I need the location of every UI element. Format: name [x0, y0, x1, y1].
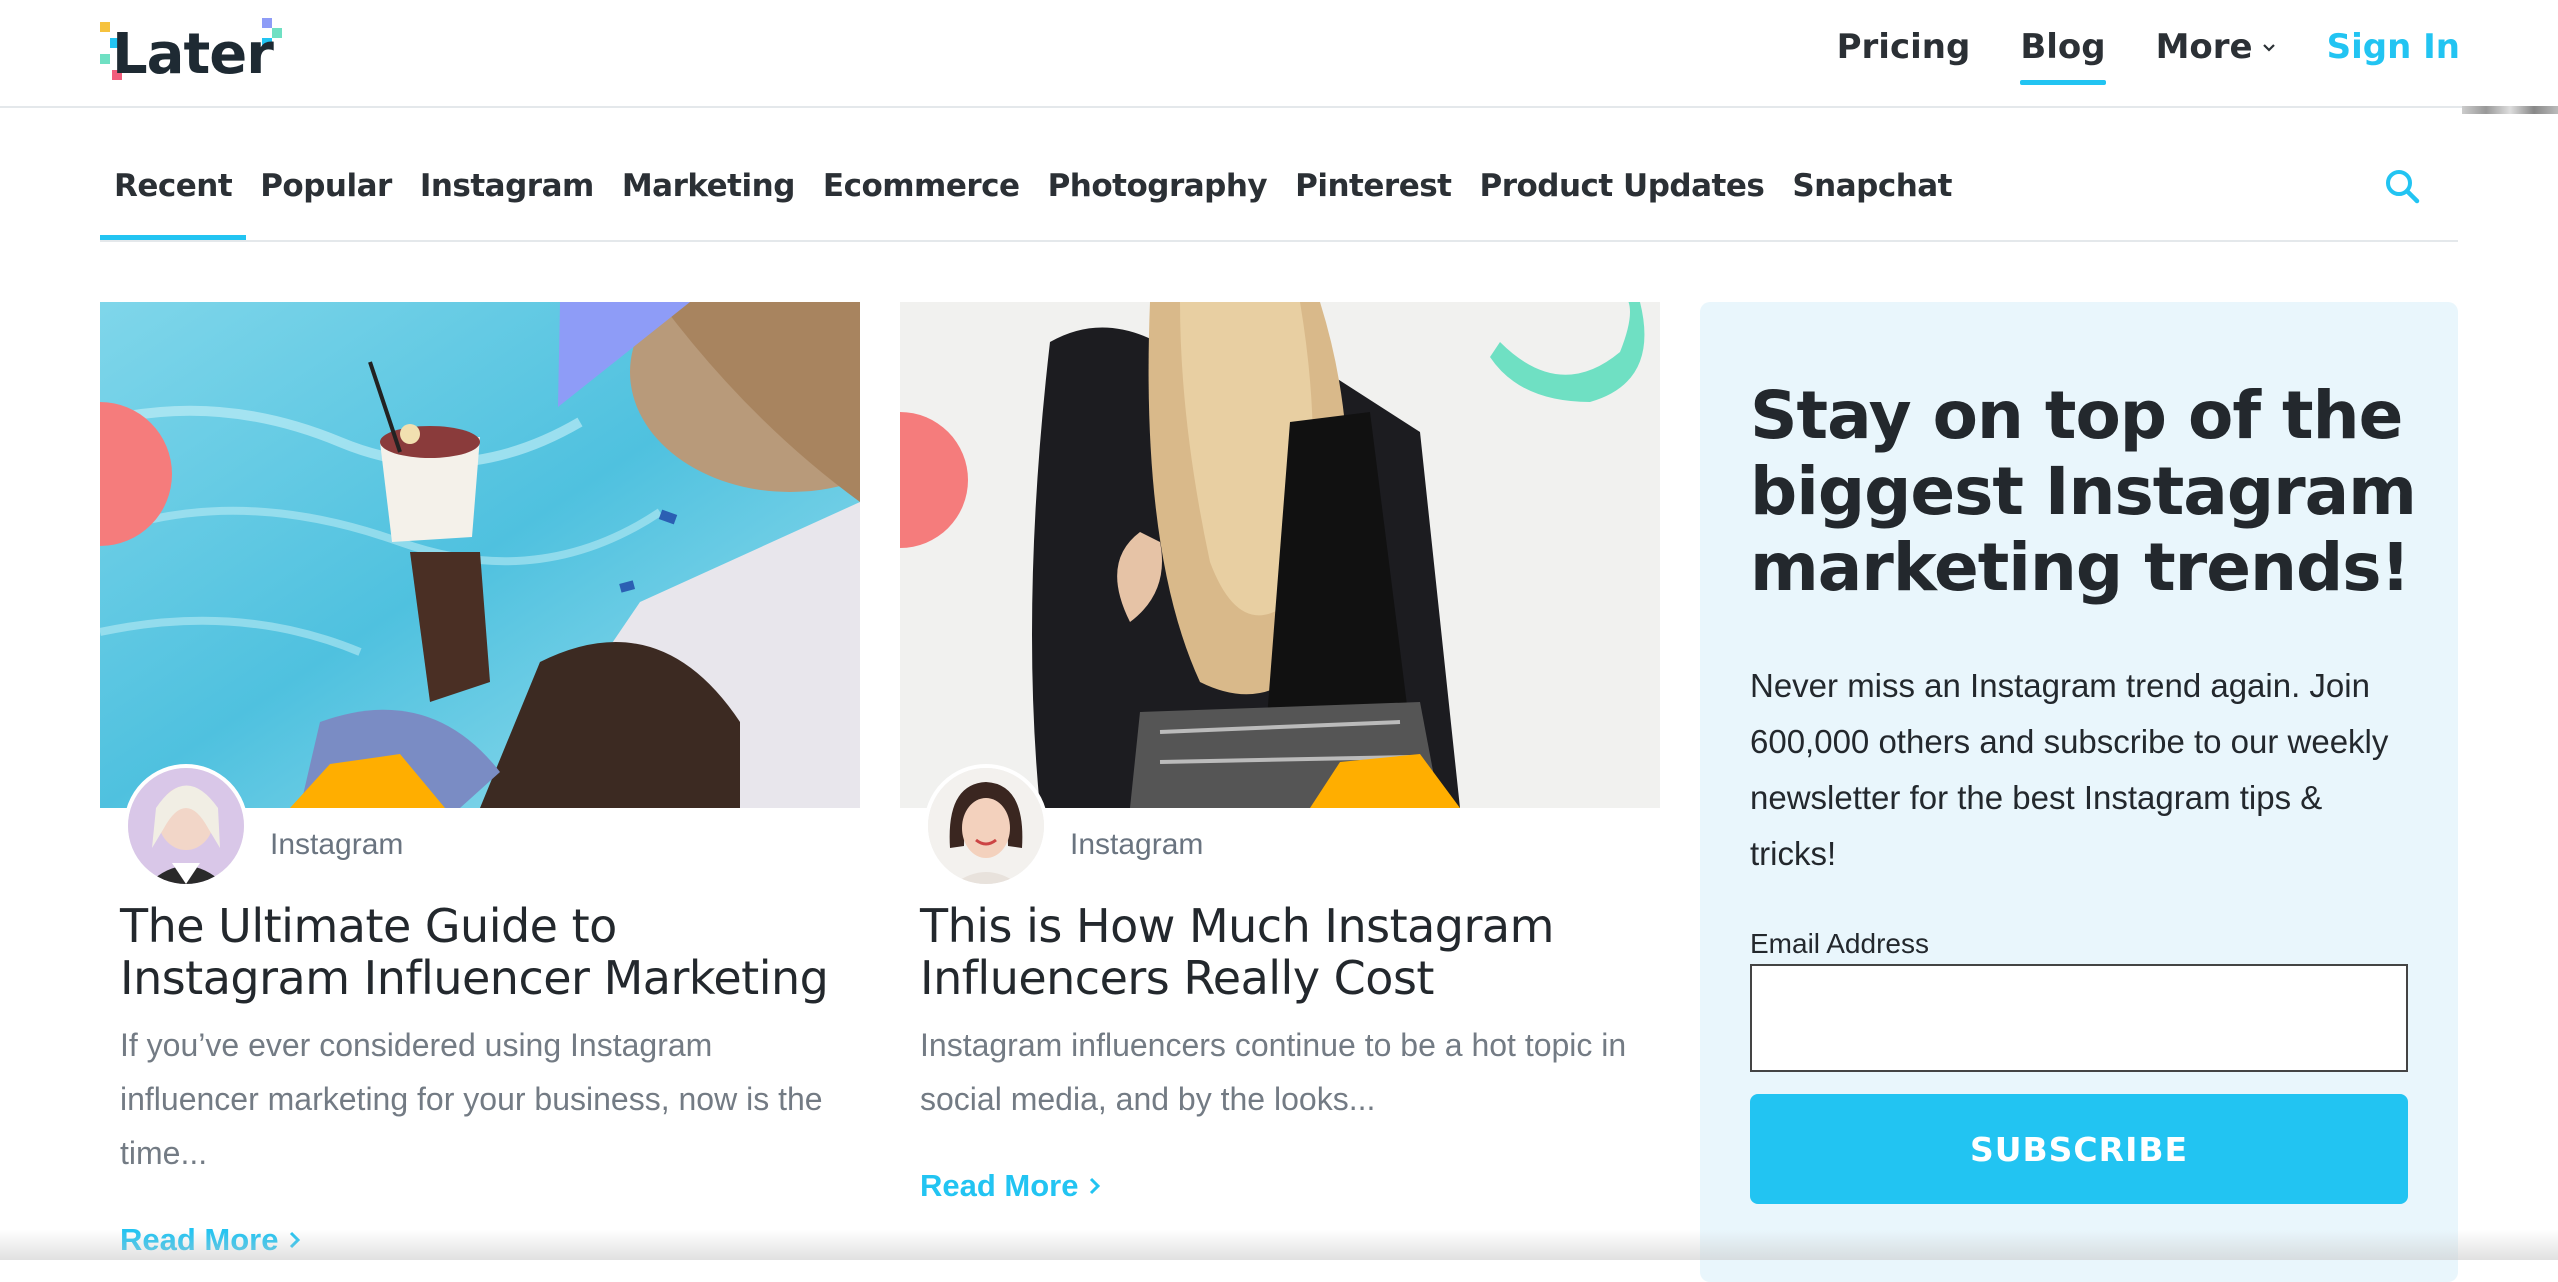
- newsletter-panel: Stay on top of the biggest Instagram mar…: [1700, 302, 2458, 1282]
- logo-wordmark: Later: [112, 22, 274, 87]
- post-excerpt: If you’ve ever considered using Instagra…: [120, 1027, 823, 1171]
- post-image-blonde[interactable]: [900, 302, 1660, 808]
- tab-popular[interactable]: Popular: [246, 152, 406, 222]
- logo-pixel: [100, 54, 110, 64]
- email-label: Email Address: [1750, 928, 1929, 959]
- tab-recent[interactable]: Recent: [100, 152, 247, 240]
- top-navigation: Pricing Blog More Sign In: [1837, 0, 2460, 94]
- logo-pixel: [272, 28, 282, 38]
- post-category[interactable]: Instagram: [1070, 828, 1203, 862]
- nav-pricing[interactable]: Pricing: [1837, 27, 1971, 67]
- category-navigation: Recent Popular Instagram Marketing Ecomm…: [100, 152, 2458, 242]
- post-title[interactable]: This is How Much Instagram Influencers R…: [920, 900, 1650, 1004]
- nav-label: Pricing: [1836, 27, 1971, 67]
- logo-pixel: [100, 22, 110, 32]
- read-more-label: Read More: [920, 1168, 1079, 1203]
- post-card[interactable]: Instagram This is How Much Instagram Inf…: [900, 302, 1660, 1203]
- nav-label: Sign In: [2326, 27, 2460, 67]
- nav-blog[interactable]: Blog: [2020, 27, 2106, 85]
- later-logo[interactable]: Later: [98, 16, 288, 87]
- page-edge-artifact: [2462, 106, 2558, 114]
- newsletter-heading: Stay on top of the biggest Instagram mar…: [1750, 377, 2417, 606]
- tab-photography[interactable]: Photography: [1034, 152, 1282, 222]
- tab-product-updates[interactable]: Product Updates: [1465, 152, 1778, 222]
- search-icon[interactable]: [2382, 166, 2422, 206]
- nav-label: More: [2155, 27, 2253, 67]
- post-title[interactable]: The Ultimate Guide to Instagram Influenc…: [120, 900, 850, 1004]
- tab-ecommerce[interactable]: Ecommerce: [809, 152, 1034, 222]
- subscribe-button[interactable]: SUBSCRIBE: [1750, 1094, 2408, 1204]
- nav-more-dropdown[interactable]: More: [2156, 27, 2277, 67]
- author-avatar[interactable]: [924, 764, 1048, 888]
- blonde-woman-photo: [900, 302, 1660, 808]
- post-excerpt: Instagram influencers continue to be a h…: [920, 1027, 1627, 1117]
- post-image-pool[interactable]: [100, 302, 860, 808]
- bottom-fade: [0, 1230, 2558, 1260]
- read-more-link[interactable]: Read More: [920, 1168, 1102, 1204]
- tab-snapchat[interactable]: Snapchat: [1778, 152, 1966, 222]
- chevron-right-icon: [1090, 1177, 1101, 1195]
- author-photo: [928, 768, 1044, 884]
- email-field[interactable]: [1750, 964, 2408, 1072]
- tab-pinterest[interactable]: Pinterest: [1281, 152, 1465, 222]
- author-photo: [128, 768, 244, 884]
- newsletter-description: Never miss an Instagram trend again. Joi…: [1750, 667, 2389, 872]
- post-category[interactable]: Instagram: [270, 828, 403, 862]
- author-avatar[interactable]: [124, 764, 248, 888]
- pool-photo: [100, 302, 860, 808]
- post-card[interactable]: Instagram The Ultimate Guide to Instagra…: [100, 302, 860, 1257]
- tab-instagram[interactable]: Instagram: [406, 152, 608, 222]
- chevron-down-icon: [2262, 44, 2275, 52]
- tab-marketing[interactable]: Marketing: [608, 152, 809, 222]
- nav-label: Blog: [2020, 27, 2106, 67]
- sign-in-link[interactable]: Sign In: [2327, 27, 2460, 67]
- site-header: Later Pricing Blog More Sign In: [0, 0, 2558, 108]
